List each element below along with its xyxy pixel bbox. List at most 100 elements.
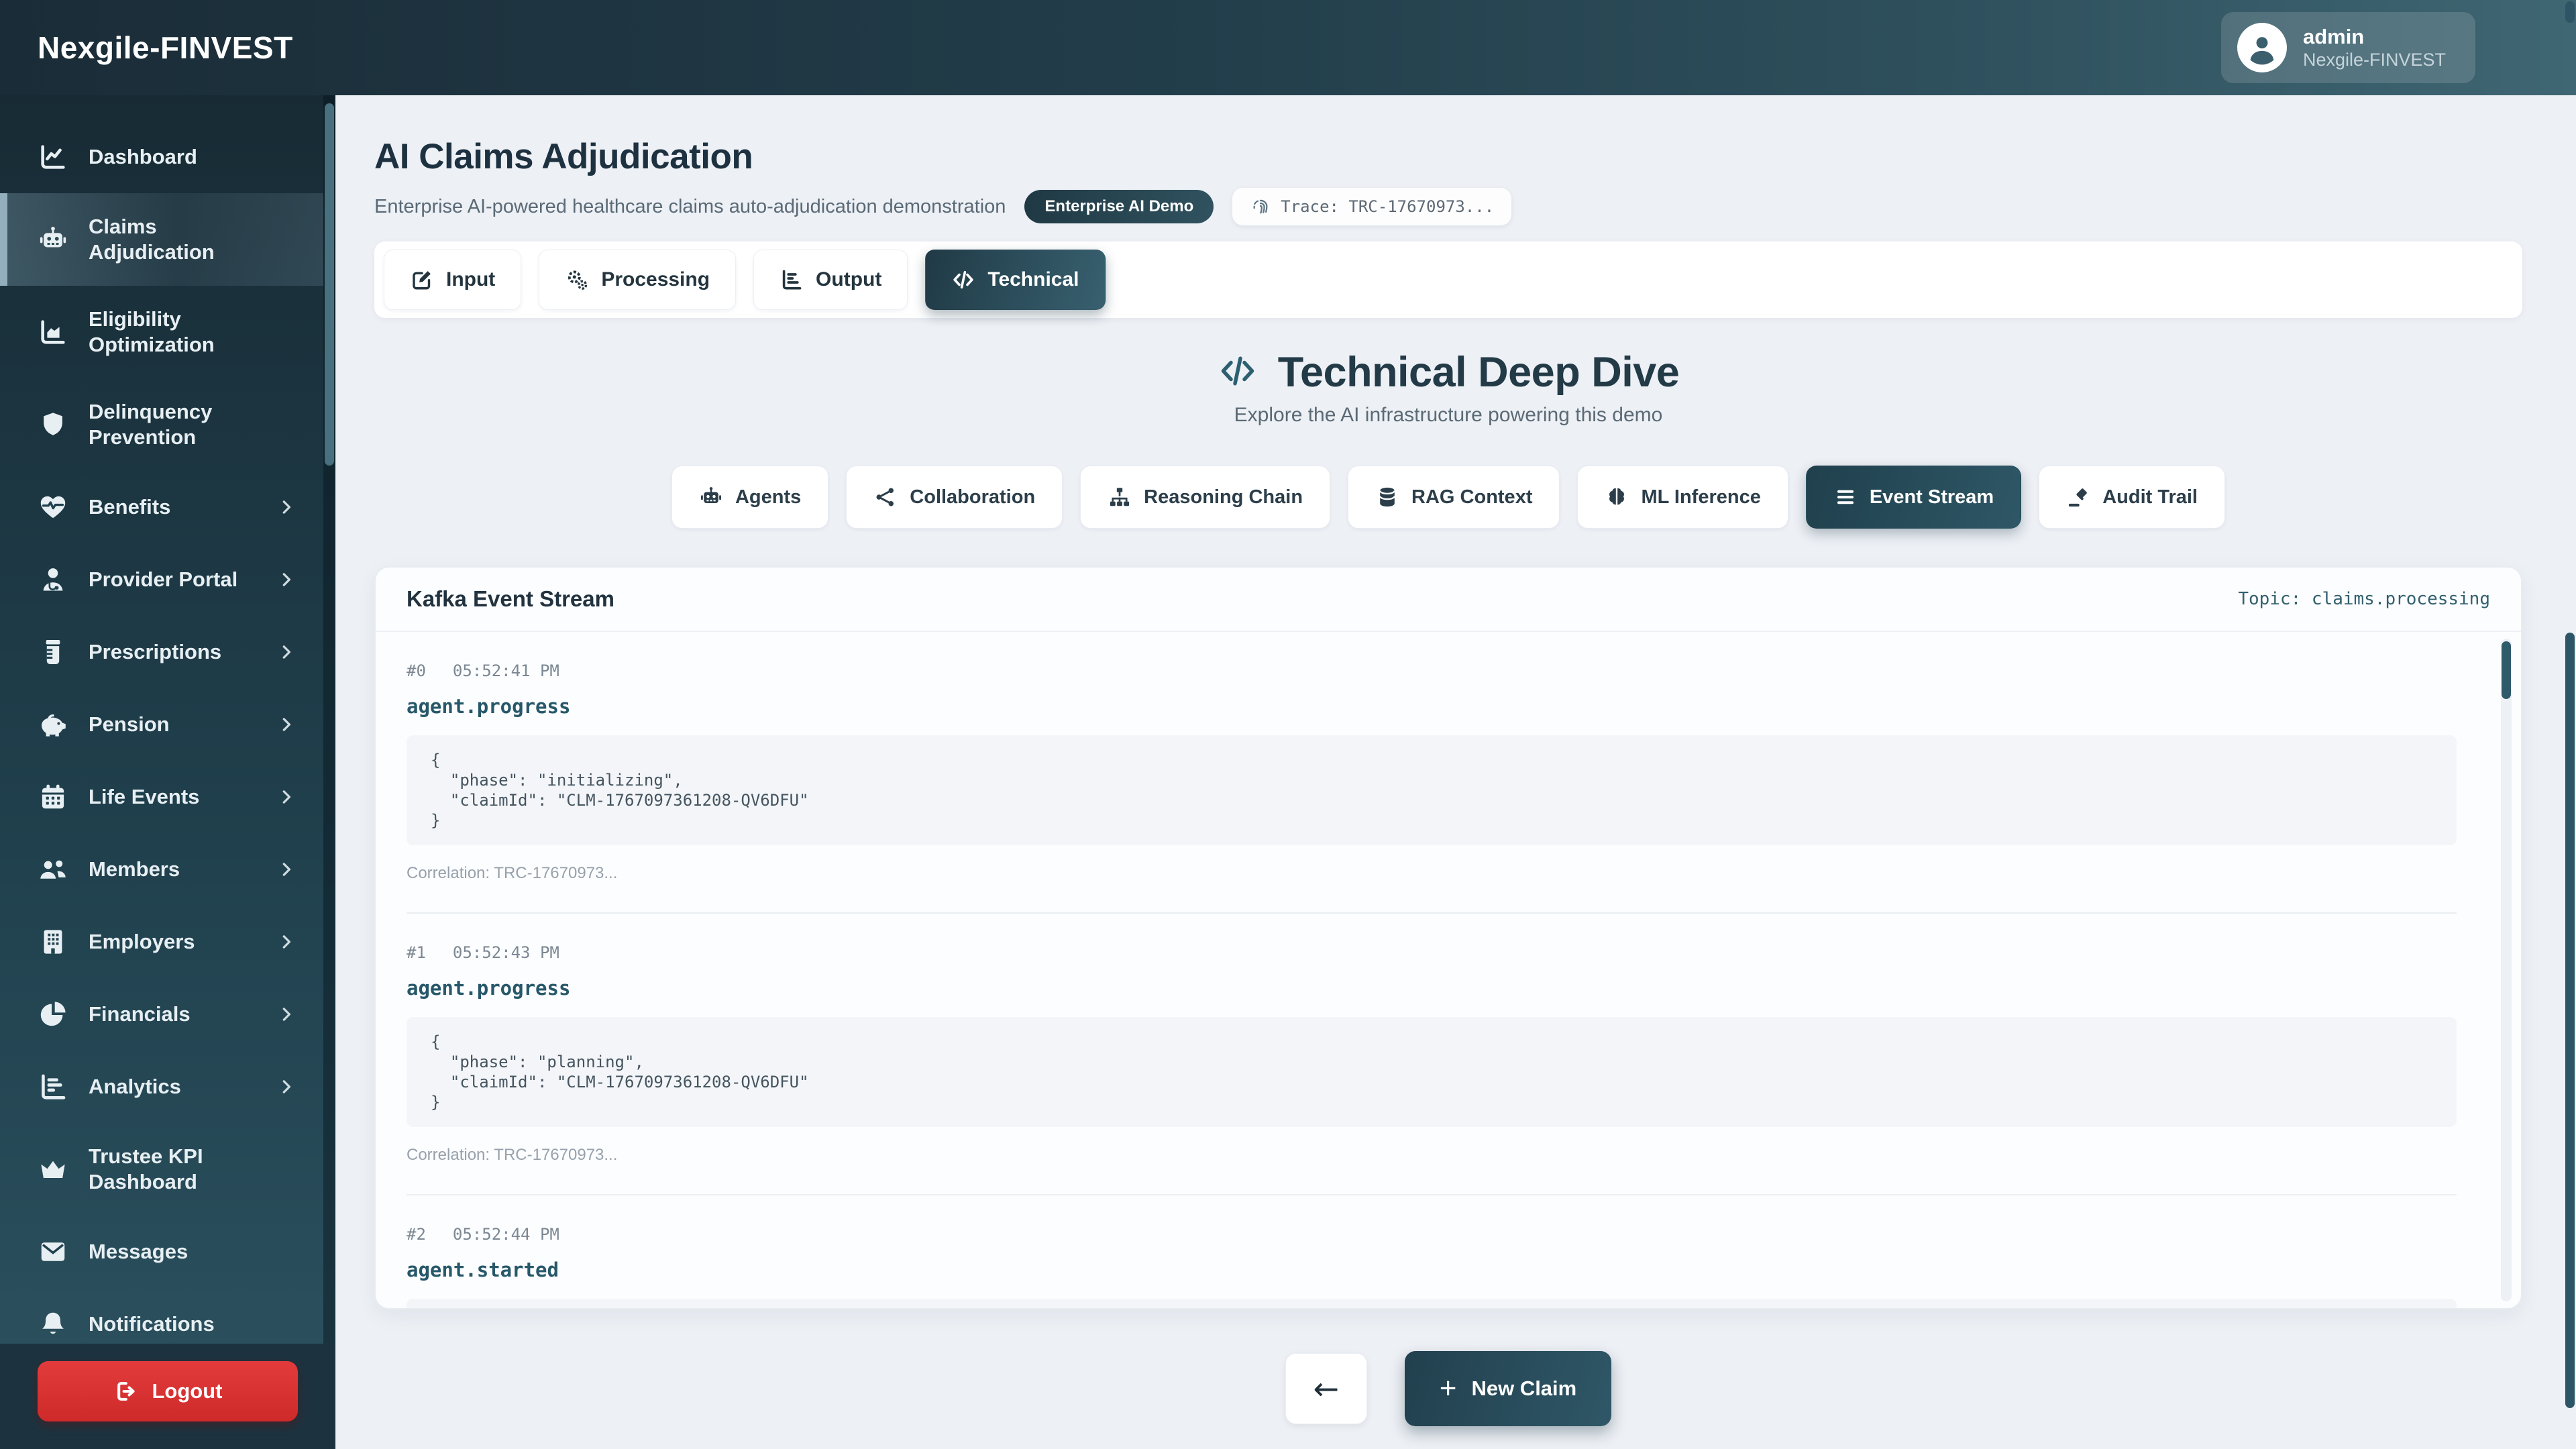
user-doctor-icon [38, 564, 68, 595]
event-meta: #0 05:52:41 PM [407, 661, 2457, 680]
event-list: #0 05:52:41 PM agent.progress { "phase":… [376, 632, 2521, 1308]
event-payload: { "phase": "planning", "claimId": "CLM-1… [407, 1017, 2457, 1127]
subtab-label: Agents [735, 486, 801, 508]
event-index: #2 [407, 1225, 426, 1244]
tab-input[interactable]: Input [384, 250, 521, 310]
sidebar-item-messages[interactable]: Messages [0, 1216, 323, 1288]
shield-icon [38, 409, 68, 440]
database-icon [1375, 485, 1399, 509]
app-logo: Nexgile-FINVEST [0, 30, 293, 66]
chevron-right-icon [276, 497, 297, 517]
event-name: agent.started [407, 1258, 2457, 1281]
bell-icon [38, 1309, 68, 1340]
sidebar-item-provider-portal[interactable]: Provider Portal [0, 543, 323, 616]
chevron-right-icon [276, 859, 297, 879]
sidebar-item-analytics[interactable]: Analytics [0, 1051, 323, 1123]
chevron-right-icon [276, 1077, 297, 1097]
card-header: Kafka Event Stream Topic: claims.process… [376, 568, 2521, 632]
subtab-label: Audit Trail [2102, 486, 2198, 508]
sidebar-item-label: Provider Portal [89, 567, 237, 592]
subtab-collaboration[interactable]: Collaboration [846, 466, 1063, 529]
subtab-label: Event Stream [1870, 486, 1994, 508]
logout-button[interactable]: Logout [38, 1361, 298, 1421]
page-subtitle-row: Enterprise AI-powered healthcare claims … [374, 188, 2522, 225]
chevron-right-icon [276, 570, 297, 590]
envelope-icon [38, 1236, 68, 1267]
page-scrollbar-thumb[interactable] [2565, 633, 2575, 1408]
kafka-event-stream-card: Kafka Event Stream Topic: claims.process… [374, 566, 2522, 1309]
sidebar-item-dashboard[interactable]: Dashboard [0, 121, 323, 193]
subtab-ml-inference[interactable]: ML Inference [1577, 466, 1788, 529]
sidebar-item-eligibility-optimization[interactable]: Eligibility Optimization [0, 286, 323, 378]
subtab-reasoning-chain[interactable]: Reasoning Chain [1080, 466, 1330, 529]
sidebar-footer: Logout [0, 1344, 335, 1449]
sidebar-item-financials[interactable]: Financials [0, 978, 323, 1051]
user-name: admin [2303, 24, 2446, 49]
sidebar-item-label: Benefits [89, 494, 170, 520]
calendar-icon [38, 782, 68, 812]
sidebar-item-label: Analytics [89, 1074, 181, 1099]
sidebar-item-benefits[interactable]: Benefits [0, 471, 323, 543]
event-list-scrollbar[interactable] [2501, 639, 2512, 1301]
new-claim-button[interactable]: + New Claim [1405, 1351, 1611, 1426]
sidebar-item-trustee-kpi-dashboard[interactable]: Trustee KPI Dashboard [0, 1123, 323, 1216]
subtab-rag-context[interactable]: RAG Context [1348, 466, 1560, 529]
brain-icon [1605, 485, 1629, 509]
tab-technical[interactable]: Technical [925, 250, 1105, 310]
event-meta: #1 05:52:43 PM [407, 943, 2457, 962]
event-name: agent.progress [407, 977, 2457, 1000]
chevron-right-icon [276, 932, 297, 952]
chart-bar-icon [38, 1071, 68, 1102]
technical-subtabs: Agents Collaboration Reasoning Chain RAG… [374, 466, 2522, 529]
event-row: #1 05:52:43 PM agent.progress { "phase":… [407, 912, 2457, 1165]
sidebar-item-claims-adjudication[interactable]: Claims Adjudication [0, 193, 323, 286]
chevron-right-icon [276, 787, 297, 807]
sidebar-item-label: Prescriptions [89, 639, 221, 665]
sidebar-item-label: Life Events [89, 784, 199, 810]
sidebar-item-label: Claims Adjudication [89, 214, 276, 265]
sidebar: Dashboard Claims Adjudication Eligibilit… [0, 95, 335, 1449]
page-scrollbar-top-thumb[interactable] [2565, 1, 2575, 23]
deep-dive-subtitle: Explore the AI infrastructure powering t… [374, 404, 2522, 428]
sidebar-item-pension[interactable]: Pension [0, 688, 323, 761]
app-screen: Nexgile-FINVEST admin Nexgile-FINVEST Da… [0, 0, 2576, 1449]
event-time: 05:52:41 PM [453, 661, 559, 680]
subtab-event-stream[interactable]: Event Stream [1806, 466, 2021, 529]
event-payload: { "agentId": "eligibility", "agentName":… [407, 1299, 2457, 1308]
subtab-audit-trail[interactable]: Audit Trail [2039, 466, 2225, 529]
sidebar-item-notifications[interactable]: Notifications [0, 1288, 323, 1344]
logout-icon [113, 1379, 138, 1404]
subtab-label: Collaboration [910, 486, 1035, 508]
sidebar-item-prescriptions[interactable]: Prescriptions [0, 616, 323, 688]
chevron-right-icon [276, 714, 297, 735]
main-tabs: Input Processing Output Technical [374, 241, 2522, 318]
event-index: #0 [407, 661, 426, 680]
robot-icon [38, 224, 68, 255]
user-icon [2243, 28, 2282, 67]
sidebar-item-employers[interactable]: Employers [0, 906, 323, 978]
fingerprint-icon [1250, 196, 1271, 217]
tab-label: Input [446, 268, 495, 291]
sidebar-item-delinquency-prevention[interactable]: Delinquency Prevention [0, 378, 323, 471]
event-correlation: Correlation: TRC-17670973... [407, 1146, 2457, 1165]
sidebar-item-label: Messages [89, 1239, 188, 1265]
sidebar-item-life-events[interactable]: Life Events [0, 761, 323, 833]
sidebar-item-members[interactable]: Members [0, 833, 323, 906]
tab-label: Processing [601, 268, 710, 291]
back-button[interactable]: ← [1285, 1353, 1367, 1424]
chevron-right-icon [276, 642, 297, 662]
subtab-agents[interactable]: Agents [672, 466, 828, 529]
event-list-scrollbar-thumb[interactable] [2502, 641, 2511, 699]
tab-processing[interactable]: Processing [539, 250, 736, 310]
sidebar-item-label: Pension [89, 712, 170, 737]
gears-icon [565, 268, 589, 292]
chart-bars-icon [780, 268, 804, 292]
tab-output[interactable]: Output [753, 250, 908, 310]
sidebar-scrollbar-thumb[interactable] [325, 103, 334, 466]
user-badge[interactable]: admin Nexgile-FINVEST [2221, 12, 2475, 83]
sidebar-scrollbar[interactable] [323, 95, 335, 1344]
code-icon [1218, 351, 1258, 394]
chevron-right-icon [276, 1004, 297, 1024]
chart-pie-icon [38, 999, 68, 1030]
code-icon [951, 268, 975, 292]
